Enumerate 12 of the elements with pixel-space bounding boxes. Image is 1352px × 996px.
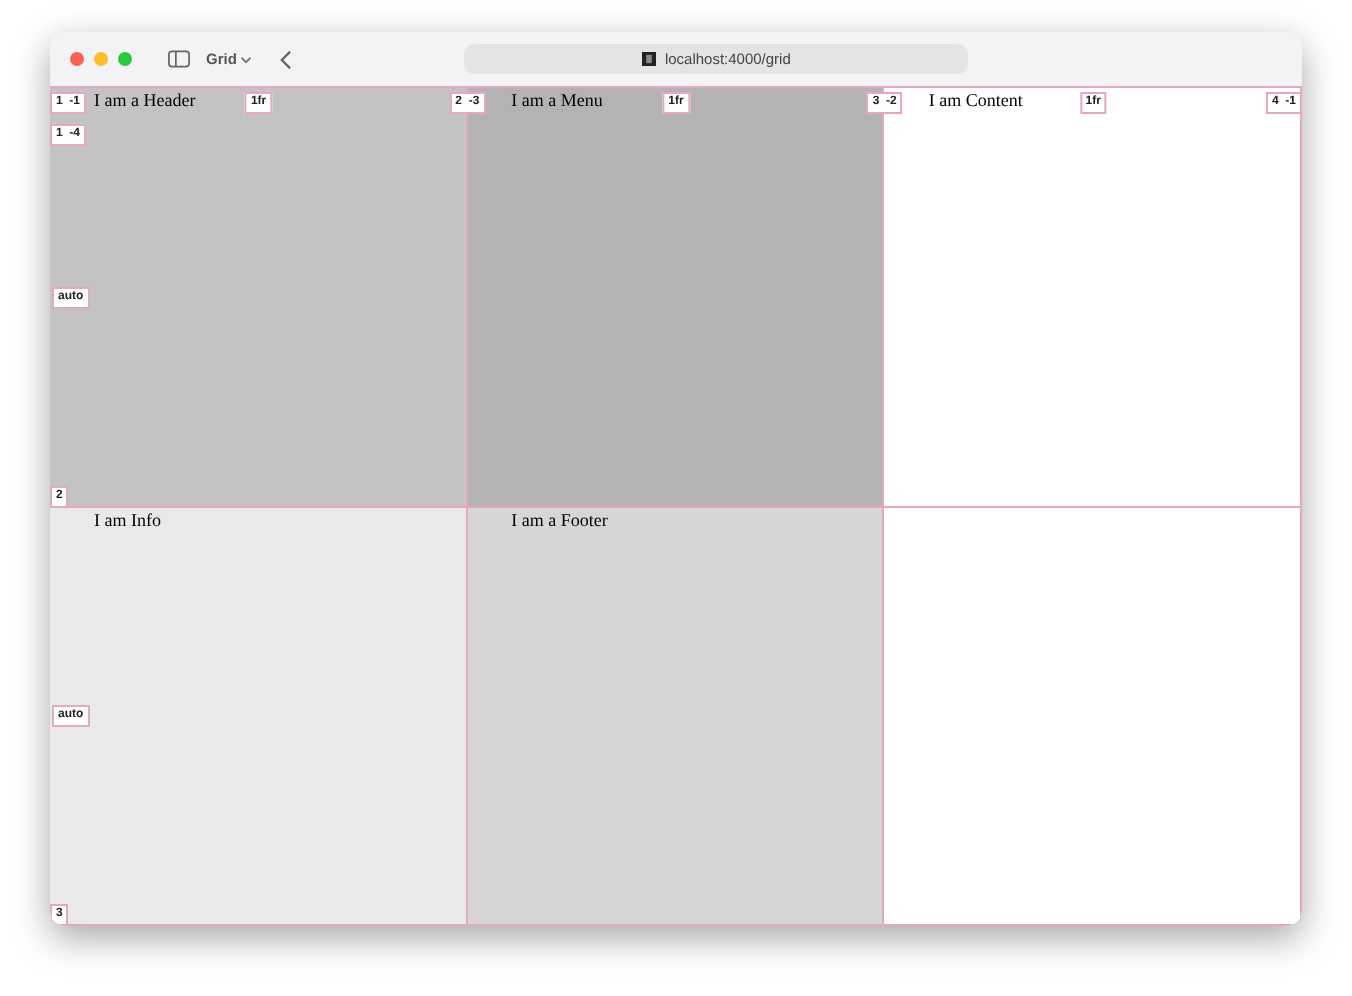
cell-text: I am a Footer bbox=[511, 509, 608, 529]
site-icon bbox=[642, 52, 657, 66]
cell-text: I am a Menu bbox=[511, 90, 603, 110]
back-icon[interactable] bbox=[280, 49, 293, 69]
chevron-down-icon bbox=[240, 55, 253, 63]
cell-text: I am a Header bbox=[94, 90, 196, 110]
minimize-icon[interactable] bbox=[94, 52, 108, 66]
maximize-icon[interactable] bbox=[118, 52, 132, 66]
close-icon[interactable] bbox=[70, 52, 84, 66]
sidebar-icon[interactable] bbox=[168, 50, 190, 68]
cell-text: I am Info bbox=[94, 509, 161, 529]
cell-text: I am Content bbox=[928, 90, 1023, 110]
